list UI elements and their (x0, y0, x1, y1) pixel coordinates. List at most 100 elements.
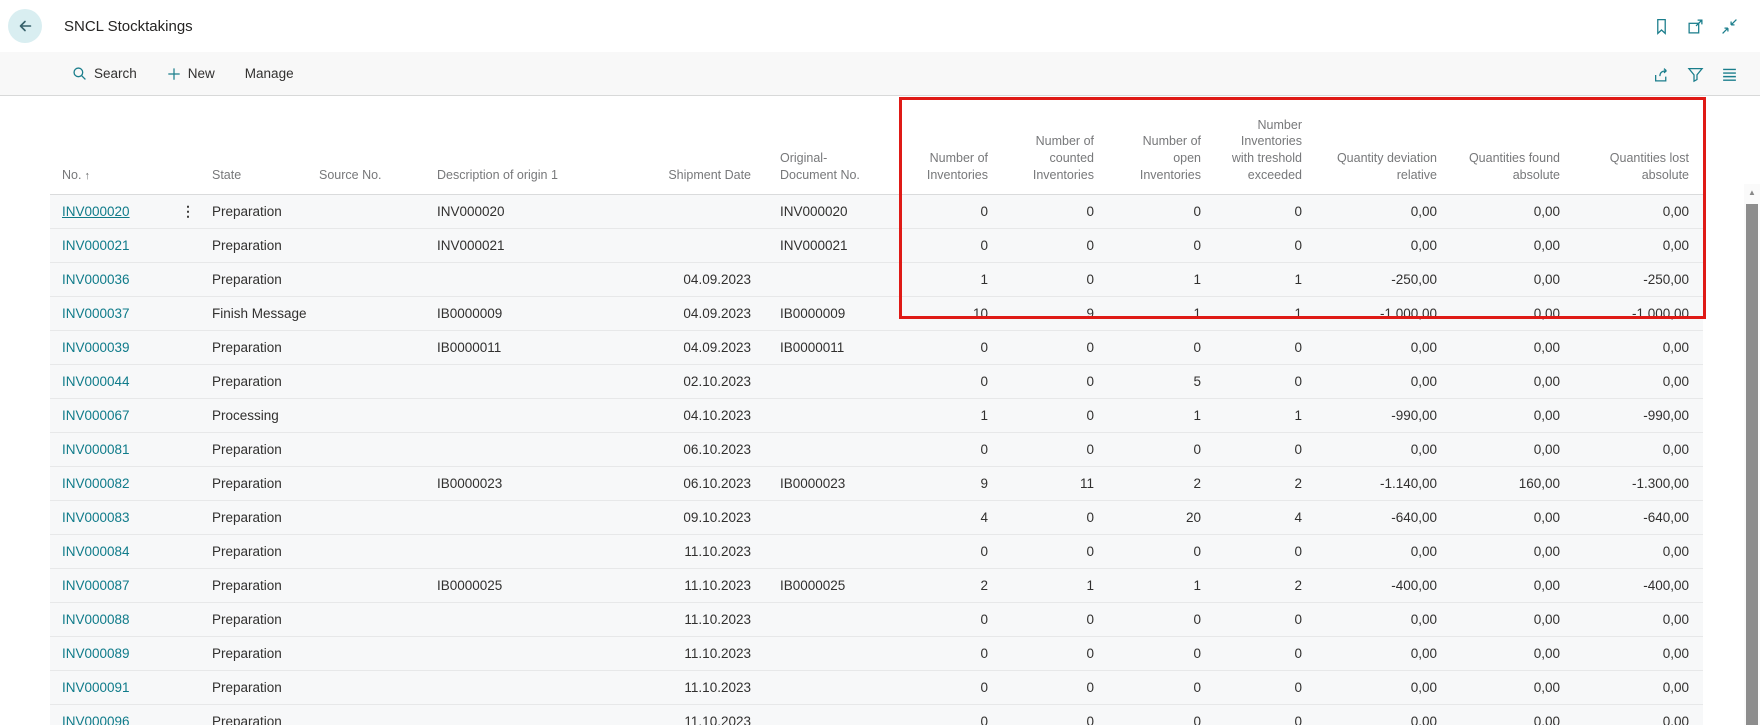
cell-inventories[interactable]: 0 (900, 535, 1000, 569)
cell-shipment_date[interactable]: 04.09.2023 (645, 263, 763, 297)
cell-threshold_exceeded[interactable]: 0 (1213, 229, 1314, 263)
cell-no[interactable]: INV000081 (50, 433, 176, 467)
cell-lost_absolute[interactable]: -1.000,00 (1572, 297, 1703, 331)
cell-description[interactable] (425, 501, 645, 535)
cell-open[interactable]: 0 (1106, 535, 1213, 569)
scrollbar-thumb[interactable] (1746, 204, 1758, 725)
cell-description[interactable] (425, 637, 645, 671)
column-header-description[interactable]: Description of origin 1 (425, 97, 645, 195)
cell-threshold_exceeded[interactable]: 0 (1213, 603, 1314, 637)
cell-inventories[interactable]: 0 (900, 705, 1000, 725)
cell-inventories[interactable]: 0 (900, 637, 1000, 671)
cell-shipment_date[interactable]: 06.10.2023 (645, 433, 763, 467)
cell-state[interactable]: Preparation (200, 705, 307, 725)
cell-inventories[interactable]: 0 (900, 671, 1000, 705)
cell-shipment_date[interactable]: 11.10.2023 (645, 569, 763, 603)
cell-lost_absolute[interactable]: -990,00 (1572, 399, 1703, 433)
back-button[interactable] (8, 9, 42, 43)
cell-open[interactable]: 0 (1106, 637, 1213, 671)
cell-counted[interactable]: 0 (1000, 365, 1106, 399)
cell-shipment_date[interactable]: 02.10.2023 (645, 365, 763, 399)
cell-no[interactable]: INV000020 (50, 195, 176, 229)
cell-state[interactable]: Preparation (200, 467, 307, 501)
table-row[interactable]: INV000021PreparationINV000021INV00002100… (50, 229, 1703, 263)
cell-threshold_exceeded[interactable]: 0 (1213, 365, 1314, 399)
cell-state[interactable]: Preparation (200, 263, 307, 297)
cell-deviation_relative[interactable]: 0,00 (1314, 433, 1449, 467)
cell-no[interactable]: INV000091 (50, 671, 176, 705)
cell-found_absolute[interactable]: 0,00 (1449, 433, 1572, 467)
cell-lost_absolute[interactable]: 0,00 (1572, 365, 1703, 399)
record-link[interactable]: INV000039 (62, 340, 130, 355)
column-header-shipment_date[interactable]: Shipment Date (645, 97, 763, 195)
share-icon[interactable] (1653, 66, 1670, 83)
cell-deviation_relative[interactable]: 0,00 (1314, 331, 1449, 365)
cell-source_no[interactable] (307, 195, 425, 229)
cell-source_no[interactable] (307, 501, 425, 535)
cell-source_no[interactable] (307, 229, 425, 263)
cell-threshold_exceeded[interactable]: 0 (1213, 637, 1314, 671)
cell-state[interactable]: Preparation (200, 501, 307, 535)
record-link[interactable]: INV000067 (62, 408, 130, 423)
cell-state[interactable]: Preparation (200, 603, 307, 637)
cell-source_no[interactable] (307, 671, 425, 705)
cell-source_no[interactable] (307, 297, 425, 331)
cell-description[interactable]: INV000021 (425, 229, 645, 263)
cell-original_doc_no[interactable] (763, 535, 900, 569)
cell-original_doc_no[interactable] (763, 365, 900, 399)
cell-description[interactable] (425, 365, 645, 399)
cell-open[interactable]: 2 (1106, 467, 1213, 501)
cell-deviation_relative[interactable]: 0,00 (1314, 637, 1449, 671)
cell-state[interactable]: Preparation (200, 637, 307, 671)
cell-open[interactable]: 5 (1106, 365, 1213, 399)
cell-source_no[interactable] (307, 569, 425, 603)
cell-deviation_relative[interactable]: -400,00 (1314, 569, 1449, 603)
cell-counted[interactable]: 0 (1000, 399, 1106, 433)
cell-found_absolute[interactable]: 0,00 (1449, 501, 1572, 535)
cell-inventories[interactable]: 4 (900, 501, 1000, 535)
cell-threshold_exceeded[interactable]: 0 (1213, 195, 1314, 229)
cell-counted[interactable]: 0 (1000, 637, 1106, 671)
table-row[interactable]: INV000036Preparation04.09.20231011-250,0… (50, 263, 1703, 297)
cell-lost_absolute[interactable]: 0,00 (1572, 705, 1703, 725)
record-link[interactable]: INV000081 (62, 442, 130, 457)
cell-lost_absolute[interactable]: 0,00 (1572, 433, 1703, 467)
cell-counted[interactable]: 11 (1000, 467, 1106, 501)
choose-columns-icon[interactable] (1721, 66, 1738, 83)
cell-source_no[interactable] (307, 263, 425, 297)
cell-counted[interactable]: 0 (1000, 229, 1106, 263)
cell-lost_absolute[interactable]: 0,00 (1572, 637, 1703, 671)
cell-threshold_exceeded[interactable]: 0 (1213, 331, 1314, 365)
table-row[interactable]: INV000087PreparationIB000002511.10.2023I… (50, 569, 1703, 603)
cell-deviation_relative[interactable]: -250,00 (1314, 263, 1449, 297)
cell-source_no[interactable] (307, 535, 425, 569)
column-header-threshold_exceeded[interactable]: Number Inventories with treshold exceede… (1213, 97, 1314, 195)
record-link[interactable]: INV000083 (62, 510, 130, 525)
cell-open[interactable]: 0 (1106, 229, 1213, 263)
cell-inventories[interactable]: 0 (900, 603, 1000, 637)
cell-counted[interactable]: 0 (1000, 671, 1106, 705)
cell-threshold_exceeded[interactable]: 2 (1213, 467, 1314, 501)
record-link[interactable]: INV000020 (62, 204, 130, 219)
filter-icon[interactable] (1687, 66, 1704, 83)
cell-counted[interactable]: 0 (1000, 535, 1106, 569)
cell-deviation_relative[interactable]: -1.000,00 (1314, 297, 1449, 331)
table-row[interactable]: INV000088Preparation11.10.202300000,000,… (50, 603, 1703, 637)
cell-description[interactable] (425, 399, 645, 433)
record-link[interactable]: INV000082 (62, 476, 130, 491)
cell-found_absolute[interactable]: 0,00 (1449, 229, 1572, 263)
cell-original_doc_no[interactable] (763, 263, 900, 297)
cell-lost_absolute[interactable]: -400,00 (1572, 569, 1703, 603)
cell-shipment_date[interactable]: 11.10.2023 (645, 603, 763, 637)
table-row[interactable]: INV000083Preparation09.10.202340204-640,… (50, 501, 1703, 535)
cell-threshold_exceeded[interactable]: 1 (1213, 399, 1314, 433)
cell-threshold_exceeded[interactable]: 4 (1213, 501, 1314, 535)
cell-shipment_date[interactable]: 06.10.2023 (645, 467, 763, 501)
cell-found_absolute[interactable]: 0,00 (1449, 671, 1572, 705)
cell-no[interactable]: INV000084 (50, 535, 176, 569)
cell-state[interactable]: Preparation (200, 195, 307, 229)
cell-shipment_date[interactable] (645, 195, 763, 229)
cell-original_doc_no[interactable]: IB0000025 (763, 569, 900, 603)
column-header-no[interactable]: No. ↑ (50, 97, 176, 195)
cell-original_doc_no[interactable] (763, 433, 900, 467)
